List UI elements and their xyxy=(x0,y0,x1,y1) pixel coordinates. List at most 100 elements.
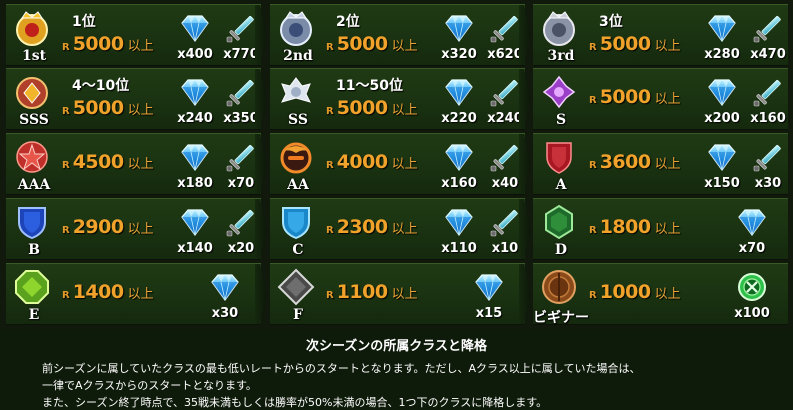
bronze-crown-emblem-icon xyxy=(539,8,579,48)
rate-suffix: 以上 xyxy=(654,157,681,172)
sword-icon xyxy=(224,75,258,109)
sword-icon xyxy=(751,75,785,109)
rate-requirement: R 1100 以上 xyxy=(326,281,418,303)
sword-reward: x70 xyxy=(218,140,266,194)
rate-suffix: 以上 xyxy=(127,157,154,172)
rate-suffix: 以上 xyxy=(654,222,681,237)
sword-reward: x620 xyxy=(482,11,530,65)
reward-count: x30 xyxy=(211,306,239,321)
sword-icon xyxy=(751,140,785,174)
rate-value: 5000 xyxy=(599,33,651,55)
rate-value: 1400 xyxy=(72,281,124,303)
rate-prefix: R xyxy=(589,95,597,106)
sword-reward: x20 xyxy=(218,205,266,259)
info-title: 次シーズンの所属クラスと降格 xyxy=(305,339,488,354)
info-text-line: 一律でAクラスからのスタートとなります。 xyxy=(42,379,257,392)
rank-label: 1位 xyxy=(72,14,96,30)
info-text-line: 前シーズンに属していたクラスの最も低いレートからのスタートとなります。ただし、A… xyxy=(42,362,641,375)
rate-suffix: 以上 xyxy=(654,287,681,302)
rank-cell-d: D R 1800 以上 x70 xyxy=(533,198,788,260)
rate-value: 5000 xyxy=(336,33,388,55)
reward-count: x70 xyxy=(738,241,766,256)
rank-cell-2nd: 2nd 2位 R 5000 以上 x320 x620 xyxy=(270,4,525,66)
rank-cell-a: A R 3600 以上 x150 x30 xyxy=(533,133,788,195)
rate-suffix: 以上 xyxy=(127,103,154,118)
rate-prefix: R xyxy=(62,106,70,117)
sword-icon xyxy=(224,11,258,45)
blue-gem-icon xyxy=(178,205,212,239)
season-info-panel: 次シーズンの所属クラスと降格 前シーズンに属していたクラスの最も低いレートからの… xyxy=(0,330,793,410)
sword-icon xyxy=(488,11,522,45)
reward-count: x30 xyxy=(754,176,782,191)
reward-count: x240 xyxy=(487,111,523,126)
gold-crown-emblem-icon xyxy=(12,8,52,48)
white-wing-emblem-icon xyxy=(276,72,316,112)
rate-requirement: R 5000 以上 xyxy=(326,97,418,119)
rate-suffix: 以上 xyxy=(391,287,418,302)
rank-cell-s: S R 5000 以上 x200 x160 xyxy=(533,68,788,130)
rate-suffix: 以上 xyxy=(127,222,154,237)
rank-code: D xyxy=(554,242,568,258)
rate-requirement: R 5000 以上 xyxy=(62,33,154,55)
rate-suffix: 以上 xyxy=(127,287,154,302)
gem-reward: x30 xyxy=(202,270,250,324)
sword-reward: x10 xyxy=(482,205,530,259)
gem-reward: x15 xyxy=(466,270,514,324)
reward-count: x620 xyxy=(487,47,523,62)
rate-requirement: R 1800 以上 xyxy=(589,216,681,238)
rate-requirement: R 4000 以上 xyxy=(326,151,418,173)
rank-label: 3位 xyxy=(599,14,623,30)
rank-cell-beginner: ビギナー R 1000 以上 x100 xyxy=(533,263,788,326)
rank-code: A xyxy=(555,177,567,193)
rate-value: 4000 xyxy=(336,151,388,173)
rate-value: 1000 xyxy=(599,281,651,303)
reward-count: x70 xyxy=(227,176,255,191)
rate-suffix: 以上 xyxy=(391,103,418,118)
rate-prefix: R xyxy=(326,290,334,301)
sword-icon xyxy=(488,75,522,109)
sword-reward: x470 xyxy=(745,11,793,65)
rate-prefix: R xyxy=(62,160,70,171)
rate-suffix: 以上 xyxy=(127,39,154,54)
gem-reward: x70 xyxy=(729,205,777,259)
blue-gem-icon xyxy=(735,205,769,239)
rate-value: 2300 xyxy=(336,216,388,238)
green-hexagon-emblem-icon xyxy=(539,202,579,242)
rate-requirement: R 5000 以上 xyxy=(62,97,154,119)
rate-prefix: R xyxy=(62,290,70,301)
sword-icon xyxy=(488,205,522,239)
rank-reward-table: 1st 1位 R 5000 以上 x400 x770 2nd 2位 R 5000 以上 … xyxy=(0,0,793,328)
blue-gem-icon xyxy=(705,11,739,45)
rank-cell-e: E R 1400 以上 x30 xyxy=(6,263,261,325)
sword-reward: x30 xyxy=(745,140,793,194)
sword-icon xyxy=(488,140,522,174)
rate-value: 5000 xyxy=(336,97,388,119)
rate-value: 2900 xyxy=(72,216,124,238)
rank-cell-ss: SS 11〜50位 R 5000 以上 x220 x240 xyxy=(270,68,525,130)
blue-gem-icon xyxy=(442,11,476,45)
rank-code: 3rd xyxy=(547,48,575,64)
rate-value: 5000 xyxy=(599,86,651,108)
red-star-emblem-icon xyxy=(12,137,52,177)
blue-shield-emblem-icon xyxy=(12,202,52,242)
blue-gem-icon xyxy=(208,270,242,304)
grey-diamond-emblem-icon xyxy=(276,267,316,307)
sword-icon xyxy=(751,11,785,45)
rank-code: SS xyxy=(288,112,308,128)
sword-reward: x40 xyxy=(482,140,530,194)
rank-label: 2位 xyxy=(336,14,360,30)
sword-reward: x350 xyxy=(218,75,266,129)
green-token-icon xyxy=(735,270,769,304)
rank-label: 11〜50位 xyxy=(336,78,403,94)
rate-value: 1100 xyxy=(336,281,388,303)
blue-gem-icon xyxy=(442,140,476,174)
reward-count: x770 xyxy=(223,47,259,62)
rank-code: AAA xyxy=(17,177,51,193)
rank-cell-sss: SSS 4〜10位 R 5000 以上 x240 x350 xyxy=(6,68,261,130)
rate-value: 5000 xyxy=(72,33,124,55)
blue-gem-icon xyxy=(472,270,506,304)
rate-value: 3600 xyxy=(599,151,651,173)
blue-gem-icon xyxy=(705,140,739,174)
info-text-line: また、シーズン終了時点で、35戦未満もしくは勝率が50%未満の場合、1つ下のクラ… xyxy=(42,396,548,409)
blue-gem-icon xyxy=(705,75,739,109)
